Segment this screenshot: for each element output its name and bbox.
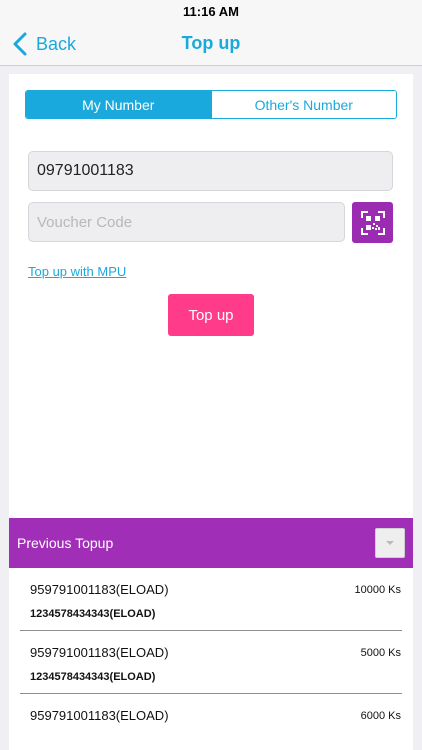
list-item[interactable]: 959791001183(ELOAD) 6000 Ks xyxy=(9,694,413,750)
topup-amount: 5000 Ks xyxy=(360,647,401,659)
topup-sub-number: 1234578434343(ELOAD) xyxy=(30,671,156,683)
topup-sub-number: 1234578434343(ELOAD) xyxy=(30,608,156,620)
qr-scan-button[interactable] xyxy=(352,202,393,243)
navigation-bar: Back Top up xyxy=(0,22,422,66)
status-bar: 11:16 AM xyxy=(0,0,422,22)
tab-others-number[interactable]: Other's Number xyxy=(210,91,396,118)
topup-form-card: My Number Other's Number 09791001183 Vou… xyxy=(9,74,413,518)
topup-with-mpu-link[interactable]: Top up with MPU xyxy=(28,264,126,279)
back-label: Back xyxy=(36,33,77,54)
number-type-segmented-control: My Number Other's Number xyxy=(25,90,397,119)
status-time: 11:16 AM xyxy=(183,4,239,19)
topup-amount: 6000 Ks xyxy=(360,710,401,722)
back-button[interactable]: Back xyxy=(10,30,76,58)
list-item[interactable]: 959791001183(ELOAD) 1234578434343(ELOAD)… xyxy=(20,568,402,631)
previous-topup-title: Previous Topup xyxy=(17,535,114,551)
previous-topup-list: 959791001183(ELOAD) 1234578434343(ELOAD)… xyxy=(9,568,413,750)
list-item[interactable]: 959791001183(ELOAD) 1234578434343(ELOAD)… xyxy=(20,631,402,694)
topup-number: 959791001183(ELOAD) xyxy=(30,708,169,723)
topup-button[interactable]: Top up xyxy=(168,294,254,336)
topup-number: 959791001183(ELOAD) xyxy=(30,582,169,597)
chevron-left-icon xyxy=(13,32,27,56)
topup-amount: 10000 Ks xyxy=(354,584,401,596)
caret-down-icon xyxy=(386,541,394,545)
qr-code-icon xyxy=(360,210,385,235)
phone-number-field[interactable]: 09791001183 xyxy=(28,151,393,191)
previous-topup-toggle[interactable] xyxy=(375,528,405,558)
voucher-code-field[interactable]: Voucher Code xyxy=(28,202,345,242)
previous-topup-header: Previous Topup xyxy=(9,518,413,568)
tab-my-number[interactable]: My Number xyxy=(26,91,211,118)
topup-number: 959791001183(ELOAD) xyxy=(30,645,169,660)
